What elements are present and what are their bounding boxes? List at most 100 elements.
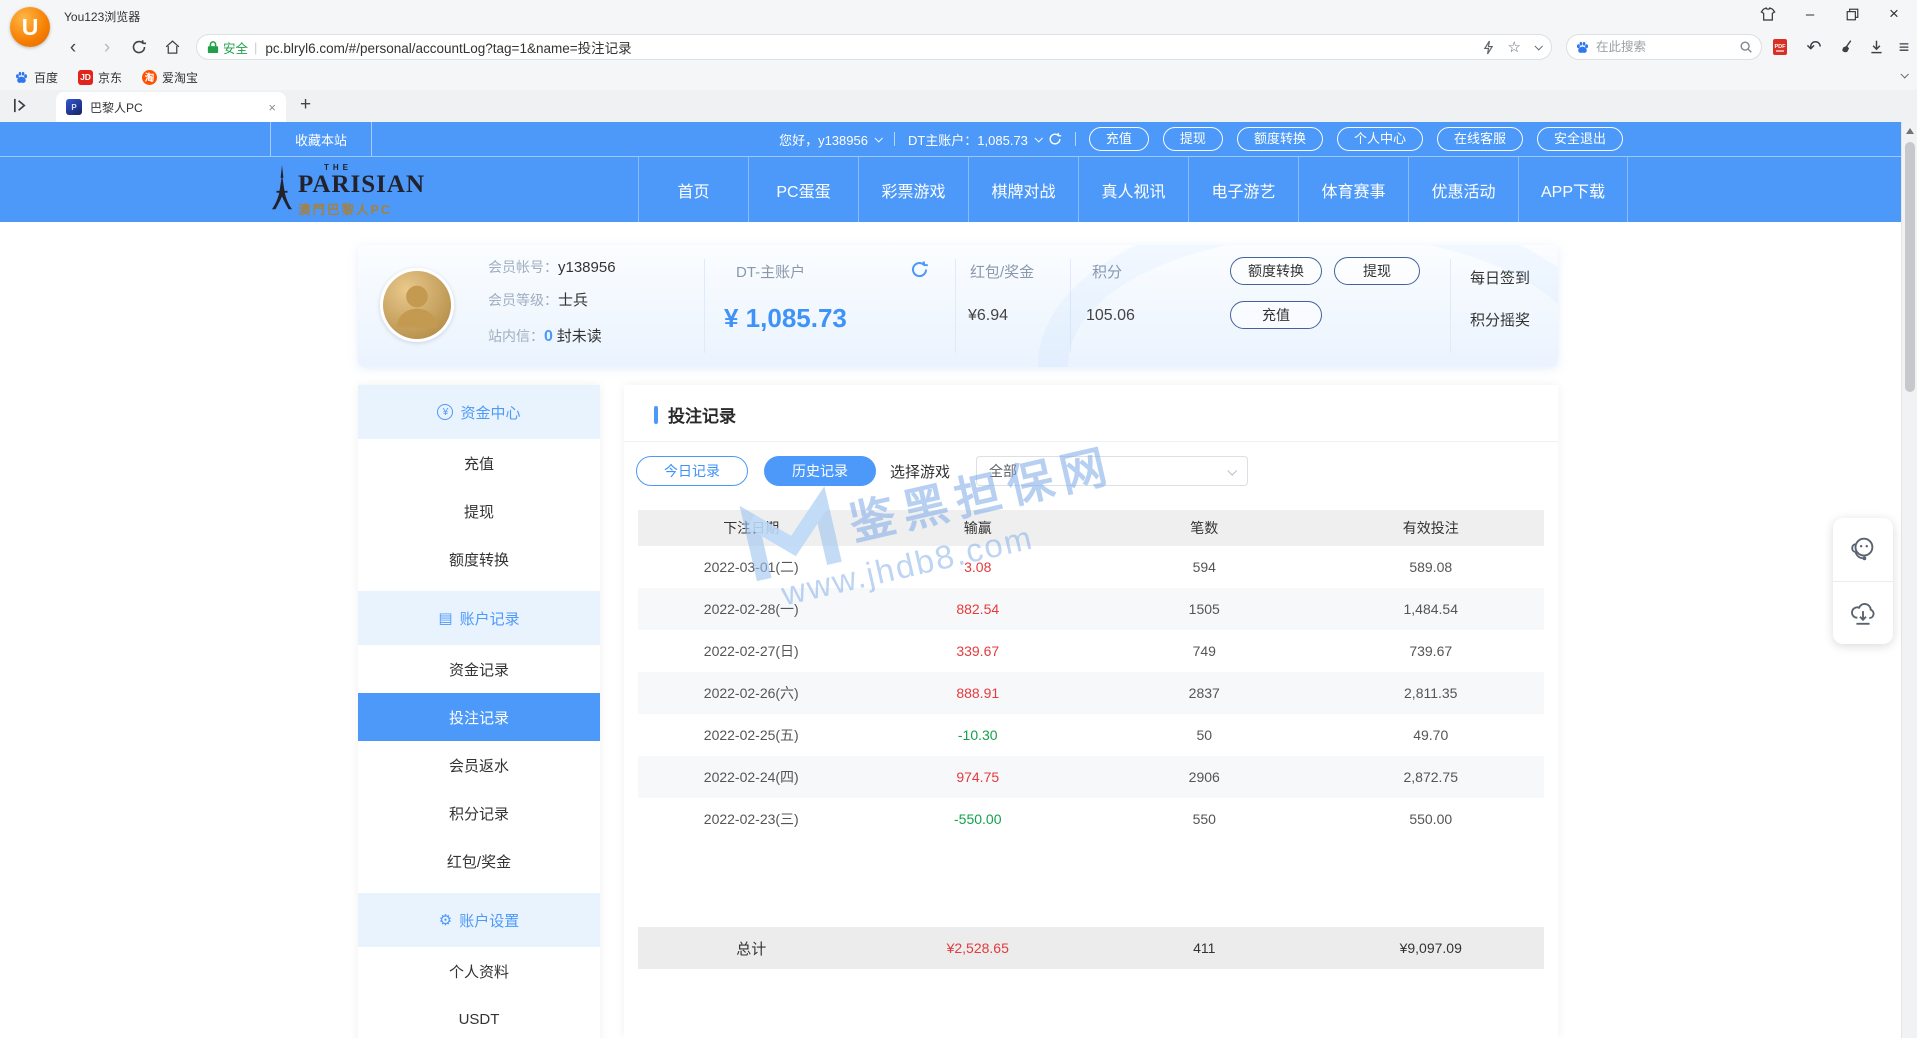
sidebar-item[interactable]: 账户记录	[358, 591, 600, 645]
mail-label: 站内信：	[488, 328, 544, 344]
page-scrollbar[interactable]	[1901, 122, 1917, 1038]
skin-icon[interactable]	[1759, 5, 1777, 23]
forward-icon[interactable]: ›	[96, 36, 118, 58]
nav-item[interactable]: 优惠活动	[1408, 157, 1518, 222]
topbar-pill-button[interactable]: 充值	[1089, 127, 1149, 151]
user-greeting[interactable]: 您好，y138956	[779, 130, 881, 149]
cell-count: 2837	[1091, 685, 1318, 701]
nav-item[interactable]: 彩票游戏	[858, 157, 968, 222]
url-text[interactable]: pc.blryl6.com/#/personal/accountLog?tag=…	[265, 37, 1474, 57]
page-title-row: 投注记录	[624, 385, 1558, 442]
back-icon[interactable]: ‹	[62, 36, 84, 58]
pdf-tool-icon[interactable]: PDF	[1770, 37, 1790, 57]
undo-icon[interactable]: ↶	[1804, 37, 1824, 57]
sidebar-item[interactable]: 提现	[358, 487, 600, 535]
topbar-pill-button[interactable]: 个人中心	[1337, 127, 1423, 151]
sidebar-item[interactable]: 会员返水	[358, 741, 600, 789]
refresh-icon[interactable]	[128, 36, 150, 58]
withdraw-button[interactable]: 提现	[1334, 257, 1420, 285]
lightning-icon[interactable]	[1483, 40, 1494, 55]
points-lottery-link[interactable]: 积分摇奖	[1470, 309, 1530, 330]
browser-tab[interactable]: P 巴黎人PC ×	[56, 92, 286, 122]
cell-date: 2022-03-01(二)	[638, 557, 865, 577]
content-panel: 投注记录 今日记录 历史记录 选择游戏 全部 下注日期 输赢 笔数 有效投注 2…	[624, 385, 1558, 1038]
deposit-button[interactable]: 充值	[1230, 301, 1322, 329]
restore-icon[interactable]	[1843, 5, 1861, 23]
refresh-balance-icon[interactable]	[1048, 132, 1062, 146]
baidu-paw-icon	[14, 70, 29, 85]
cleaner-icon[interactable]	[1836, 37, 1856, 57]
table-row: 2022-02-28(一)882.5415051,484.54	[638, 588, 1544, 630]
game-select-dropdown[interactable]: 全部	[976, 456, 1248, 486]
topbar-pill-button[interactable]: 安全退出	[1537, 127, 1623, 151]
sidebar-item[interactable]: 积分记录	[358, 789, 600, 837]
tab-today-records[interactable]: 今日记录	[636, 456, 748, 486]
total-winloss: ¥2,528.65	[865, 940, 1092, 956]
collapse-toolbar-icon[interactable]	[1900, 70, 1908, 78]
sidebar-item[interactable]: 投注记录	[358, 693, 600, 741]
nav-item[interactable]: PC蛋蛋	[748, 157, 858, 222]
download-icon[interactable]	[1866, 37, 1886, 57]
sidebar-item-label: 投注记录	[449, 707, 509, 728]
url-dropdown-icon[interactable]	[1534, 42, 1542, 50]
search-icon[interactable]	[1739, 40, 1753, 54]
cell-date: 2022-02-25(五)	[638, 725, 865, 745]
wallet-summary-text: DT主账户：1,085.73	[908, 130, 1028, 149]
home-icon[interactable]	[161, 36, 183, 58]
wallet-label: DT-主账户	[736, 261, 805, 282]
nav-item[interactable]: 电子游艺	[1188, 157, 1298, 222]
nav-item[interactable]: APP下载	[1518, 157, 1628, 222]
account-row: 会员帐号：y138956	[488, 257, 616, 277]
daily-signin-link[interactable]: 每日签到	[1470, 267, 1530, 288]
favorite-site-link[interactable]: 收藏本站	[270, 122, 372, 156]
refresh-wallet-icon[interactable]	[910, 260, 929, 279]
bookmark-star-icon[interactable]: ☆	[1508, 38, 1521, 56]
chevron-down-icon	[1227, 465, 1237, 475]
close-window-icon[interactable]: ×	[1885, 5, 1903, 23]
nav-item[interactable]: 真人视讯	[1078, 157, 1188, 222]
menu-icon[interactable]: ≡	[1894, 37, 1914, 57]
account-label: 会员帐号：	[488, 259, 558, 275]
wallet-summary[interactable]: DT主账户：1,085.73	[908, 130, 1062, 149]
cell-date: 2022-02-28(一)	[638, 599, 865, 619]
sidebar-item[interactable]: 充值	[358, 439, 600, 487]
sidebar-item-label: 充值	[464, 453, 494, 474]
search-input[interactable]	[1596, 40, 1733, 54]
topbar-pill-button[interactable]: 提现	[1163, 127, 1223, 151]
topbar-pill-button[interactable]: 额度转换	[1237, 127, 1323, 151]
level-row: 会员等级：士兵	[488, 289, 588, 310]
tab-bar: P 巴黎人PC × +	[0, 90, 1917, 122]
topbar-pill-button[interactable]: 在线客服	[1437, 127, 1523, 151]
app-download-icon[interactable]	[1833, 581, 1893, 645]
sidebar-item[interactable]: 资金记录	[358, 645, 600, 693]
close-tab-icon[interactable]: ×	[268, 100, 276, 115]
divider	[1070, 259, 1071, 353]
divider	[955, 259, 956, 353]
sidebar-item[interactable]: 个人资料	[358, 947, 600, 995]
bookmark-taobao[interactable]: 淘 爱淘宝	[142, 69, 198, 86]
scrollbar-thumb[interactable]	[1905, 142, 1915, 392]
minimize-icon[interactable]: –	[1801, 5, 1819, 23]
sidebar-item-label: 资金记录	[449, 659, 509, 680]
tab-history-records[interactable]: 历史记录	[764, 456, 876, 486]
nav-item[interactable]: 体育赛事	[1298, 157, 1408, 222]
nav-item[interactable]: 棋牌对战	[968, 157, 1078, 222]
sidebar-item[interactable]: 额度转换	[358, 535, 600, 583]
transfer-button[interactable]: 额度转换	[1230, 257, 1322, 285]
tab-list-icon[interactable]	[12, 97, 29, 114]
sidebar-item[interactable]: 账户设置	[358, 893, 600, 947]
cell-valid: 739.67	[1318, 643, 1545, 659]
mail-row[interactable]: 站内信：0 封未读	[488, 325, 602, 346]
url-bar[interactable]: 安全 | pc.blryl6.com/#/personal/accountLog…	[196, 34, 1552, 60]
table-total-row: 总计 ¥2,528.65 411 ¥9,097.09	[638, 927, 1544, 969]
sidebar-item[interactable]: USDT	[358, 995, 600, 1038]
scroll-up-icon[interactable]	[1906, 128, 1914, 134]
sidebar-item[interactable]: 资金中心	[358, 385, 600, 439]
new-tab-icon[interactable]: +	[300, 94, 311, 116]
nav-item[interactable]: 首页	[638, 157, 748, 222]
bookmark-baidu[interactable]: 百度	[14, 69, 58, 86]
bookmark-jd[interactable]: JD 京东	[78, 69, 122, 86]
sidebar-item[interactable]: 红包/奖金	[358, 837, 600, 885]
site-logo[interactable]: THE PARISIAN 澳門巴黎人PC	[270, 163, 425, 218]
customer-service-icon[interactable]	[1833, 518, 1893, 581]
